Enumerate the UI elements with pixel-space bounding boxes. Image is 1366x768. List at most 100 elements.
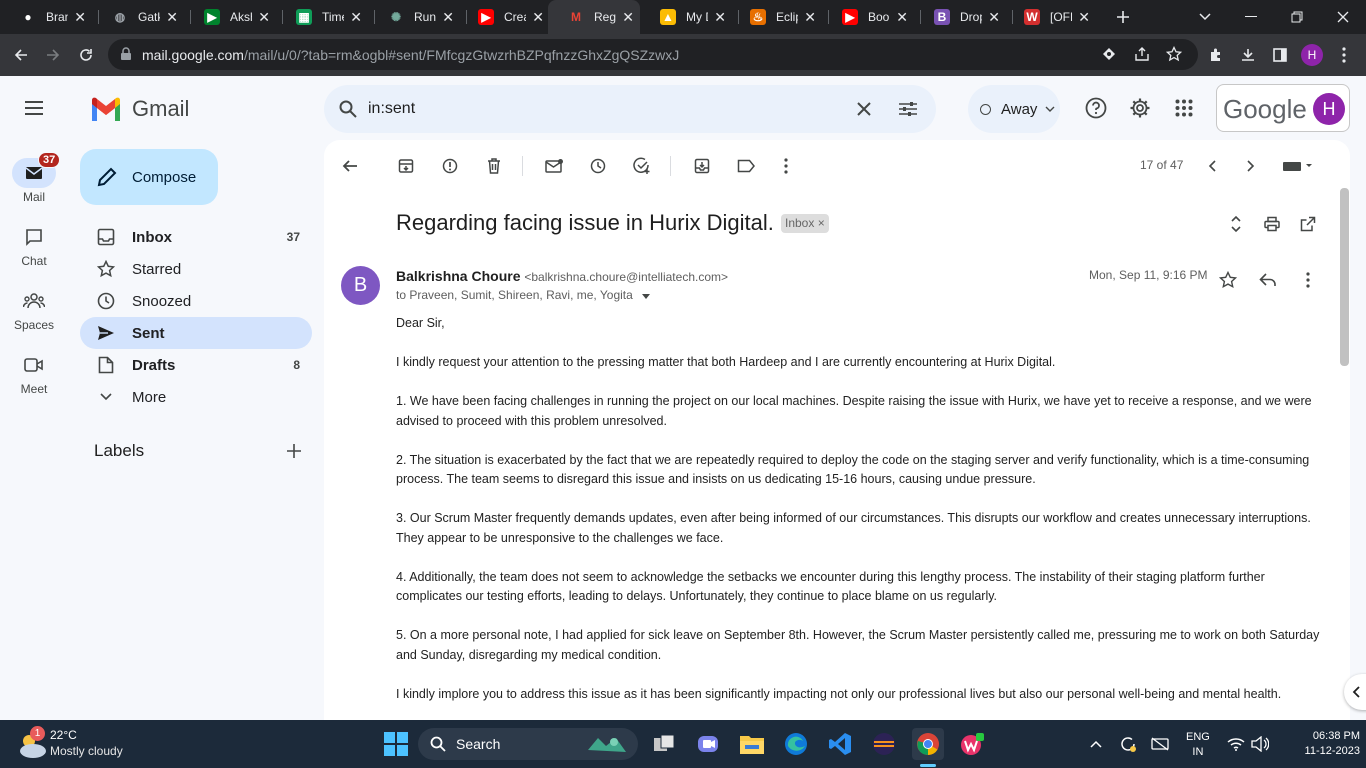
input-tools-keyboard-icon[interactable] bbox=[1278, 152, 1318, 180]
close-tab-icon[interactable]: ✕ bbox=[896, 9, 908, 26]
browser-tab[interactable]: ▶ Boo ✕ bbox=[830, 0, 914, 34]
help-icon[interactable] bbox=[1082, 94, 1110, 122]
rail-item-chat[interactable]: Chat bbox=[0, 222, 68, 268]
chrome-taskbar-icon[interactable] bbox=[912, 728, 944, 760]
nav-item-starred[interactable]: Starred bbox=[80, 253, 312, 285]
close-tab-icon[interactable]: ✕ bbox=[1078, 9, 1090, 26]
teams-chat-icon[interactable] bbox=[692, 728, 724, 760]
status-selector[interactable]: Away bbox=[968, 85, 1060, 133]
new-tab-button[interactable] bbox=[1100, 0, 1146, 34]
close-tab-icon[interactable]: ✕ bbox=[442, 9, 454, 26]
add-label-icon[interactable] bbox=[282, 439, 306, 463]
restore-button[interactable] bbox=[1274, 0, 1320, 34]
print-icon[interactable] bbox=[1258, 210, 1286, 238]
settings-gear-icon[interactable] bbox=[1126, 94, 1154, 122]
browser-tab[interactable]: ✺ Run ✕ bbox=[376, 0, 460, 34]
bookmark-star-icon[interactable] bbox=[1165, 45, 1183, 67]
lock-icon[interactable] bbox=[120, 47, 132, 66]
taskbar-search-box[interactable]: Search bbox=[418, 728, 638, 760]
sender-avatar[interactable]: B bbox=[341, 266, 380, 305]
remove-label-icon[interactable]: × bbox=[818, 216, 825, 230]
volume-icon[interactable] bbox=[1244, 728, 1276, 760]
gmail-logo[interactable]: Gmail bbox=[90, 96, 189, 122]
browser-tab[interactable]: ▶ Aksh ✕ bbox=[192, 0, 276, 34]
share-icon[interactable] bbox=[1134, 46, 1150, 67]
close-tab-icon[interactable]: ✕ bbox=[350, 9, 362, 26]
close-tab-icon[interactable]: ✕ bbox=[532, 9, 544, 26]
add-task-icon[interactable] bbox=[628, 152, 656, 180]
compose-button[interactable]: Compose bbox=[80, 149, 218, 205]
rail-item-spaces[interactable]: Spaces bbox=[0, 286, 68, 332]
windows-start-icon[interactable] bbox=[380, 728, 412, 760]
archive-icon[interactable] bbox=[392, 152, 420, 180]
reply-icon[interactable] bbox=[1254, 266, 1282, 294]
back-icon[interactable] bbox=[8, 42, 34, 68]
download-icon[interactable] bbox=[1235, 42, 1261, 68]
close-tab-icon[interactable]: ✕ bbox=[804, 9, 816, 26]
expand-all-icon[interactable] bbox=[1222, 210, 1250, 238]
close-tab-icon[interactable]: ✕ bbox=[166, 9, 178, 26]
edge-browser-icon[interactable] bbox=[780, 728, 812, 760]
star-icon[interactable] bbox=[1214, 266, 1242, 294]
mail-search-bar[interactable] bbox=[324, 85, 936, 133]
move-to-icon[interactable] bbox=[688, 152, 716, 180]
file-explorer-icon[interactable] bbox=[736, 728, 768, 760]
browser-tab[interactable]: ◍ Gatk ✕ bbox=[100, 0, 184, 34]
message-more-icon[interactable] bbox=[1294, 266, 1322, 294]
back-to-list-icon[interactable] bbox=[336, 152, 364, 180]
inbox-label-chip[interactable]: Inbox × bbox=[781, 214, 829, 233]
extensions-icon[interactable] bbox=[1203, 42, 1229, 68]
tab-search-icon[interactable] bbox=[1182, 0, 1228, 34]
more-actions-icon[interactable] bbox=[772, 152, 800, 180]
recipients-line[interactable]: to Praveen, Sumit, Shireen, Ravi, me, Yo… bbox=[396, 288, 651, 302]
newer-chevron-left-icon[interactable] bbox=[1198, 152, 1226, 180]
close-tab-icon[interactable]: ✕ bbox=[622, 9, 634, 26]
browser-tab[interactable]: ♨ Eclip ✕ bbox=[738, 0, 822, 34]
language-indicator[interactable]: ENG IN bbox=[1186, 730, 1210, 760]
clear-search-icon[interactable] bbox=[850, 95, 878, 123]
rail-item-meet[interactable]: Meet bbox=[0, 350, 68, 396]
browser-tab[interactable]: ▶ Crea ✕ bbox=[466, 0, 550, 34]
browser-tab[interactable]: W [OFF ✕ bbox=[1012, 0, 1096, 34]
report-spam-icon[interactable] bbox=[436, 152, 464, 180]
chrome-profile-avatar[interactable]: H bbox=[1299, 42, 1325, 68]
google-account-button[interactable]: Google H bbox=[1216, 84, 1350, 132]
apps-grid-icon[interactable] bbox=[1170, 94, 1198, 122]
close-tab-icon[interactable]: ✕ bbox=[258, 9, 270, 26]
rail-item-mail[interactable]: 37 Mail bbox=[0, 152, 68, 204]
clock[interactable]: 06:38 PM 11-12-2023 bbox=[1290, 729, 1360, 759]
older-chevron-right-icon[interactable] bbox=[1237, 152, 1265, 180]
nav-item-more[interactable]: More bbox=[80, 381, 312, 413]
close-tab-icon[interactable]: ✕ bbox=[988, 9, 1000, 26]
browser-tab[interactable]: ▦ Time ✕ bbox=[284, 0, 368, 34]
close-tab-icon[interactable]: ✕ bbox=[714, 9, 726, 26]
close-window-button[interactable] bbox=[1320, 0, 1366, 34]
minimize-button[interactable] bbox=[1228, 0, 1274, 34]
close-tab-icon[interactable]: ✕ bbox=[74, 9, 86, 26]
address-bar[interactable]: mail.google.com/mail/u/0/?tab=rm&ogbl#se… bbox=[108, 39, 1198, 70]
mark-unread-icon[interactable] bbox=[540, 152, 568, 180]
weather-widget[interactable]: 1 bbox=[14, 726, 50, 762]
show-details-icon[interactable] bbox=[642, 294, 651, 299]
main-menu-icon[interactable] bbox=[18, 92, 50, 124]
sync-tray-icon[interactable] bbox=[1112, 728, 1144, 760]
wps-office-icon[interactable] bbox=[956, 728, 988, 760]
task-view-icon[interactable] bbox=[648, 728, 680, 760]
side-panel-icon[interactable] bbox=[1267, 42, 1293, 68]
vscode-icon[interactable] bbox=[824, 728, 856, 760]
chrome-menu-icon[interactable] bbox=[1331, 42, 1357, 68]
nav-item-sent[interactable]: Sent bbox=[80, 317, 312, 349]
network-off-tray-icon[interactable] bbox=[1144, 728, 1176, 760]
snooze-icon[interactable] bbox=[584, 152, 612, 180]
browser-tab[interactable]: ▲ My D ✕ bbox=[648, 0, 732, 34]
open-new-window-icon[interactable] bbox=[1294, 210, 1322, 238]
browser-tab[interactable]: ● Bran ✕ bbox=[8, 0, 92, 34]
nav-item-drafts[interactable]: Drafts 8 bbox=[80, 349, 312, 381]
eclipse-icon[interactable] bbox=[868, 728, 900, 760]
search-icon[interactable] bbox=[334, 95, 362, 123]
nav-item-inbox[interactable]: Inbox 37 bbox=[80, 221, 312, 253]
nav-item-snoozed[interactable]: Snoozed bbox=[80, 285, 312, 317]
show-hidden-icons-chevron-icon[interactable] bbox=[1080, 728, 1112, 760]
scrollbar-thumb[interactable] bbox=[1340, 188, 1349, 366]
delete-icon[interactable] bbox=[480, 152, 508, 180]
